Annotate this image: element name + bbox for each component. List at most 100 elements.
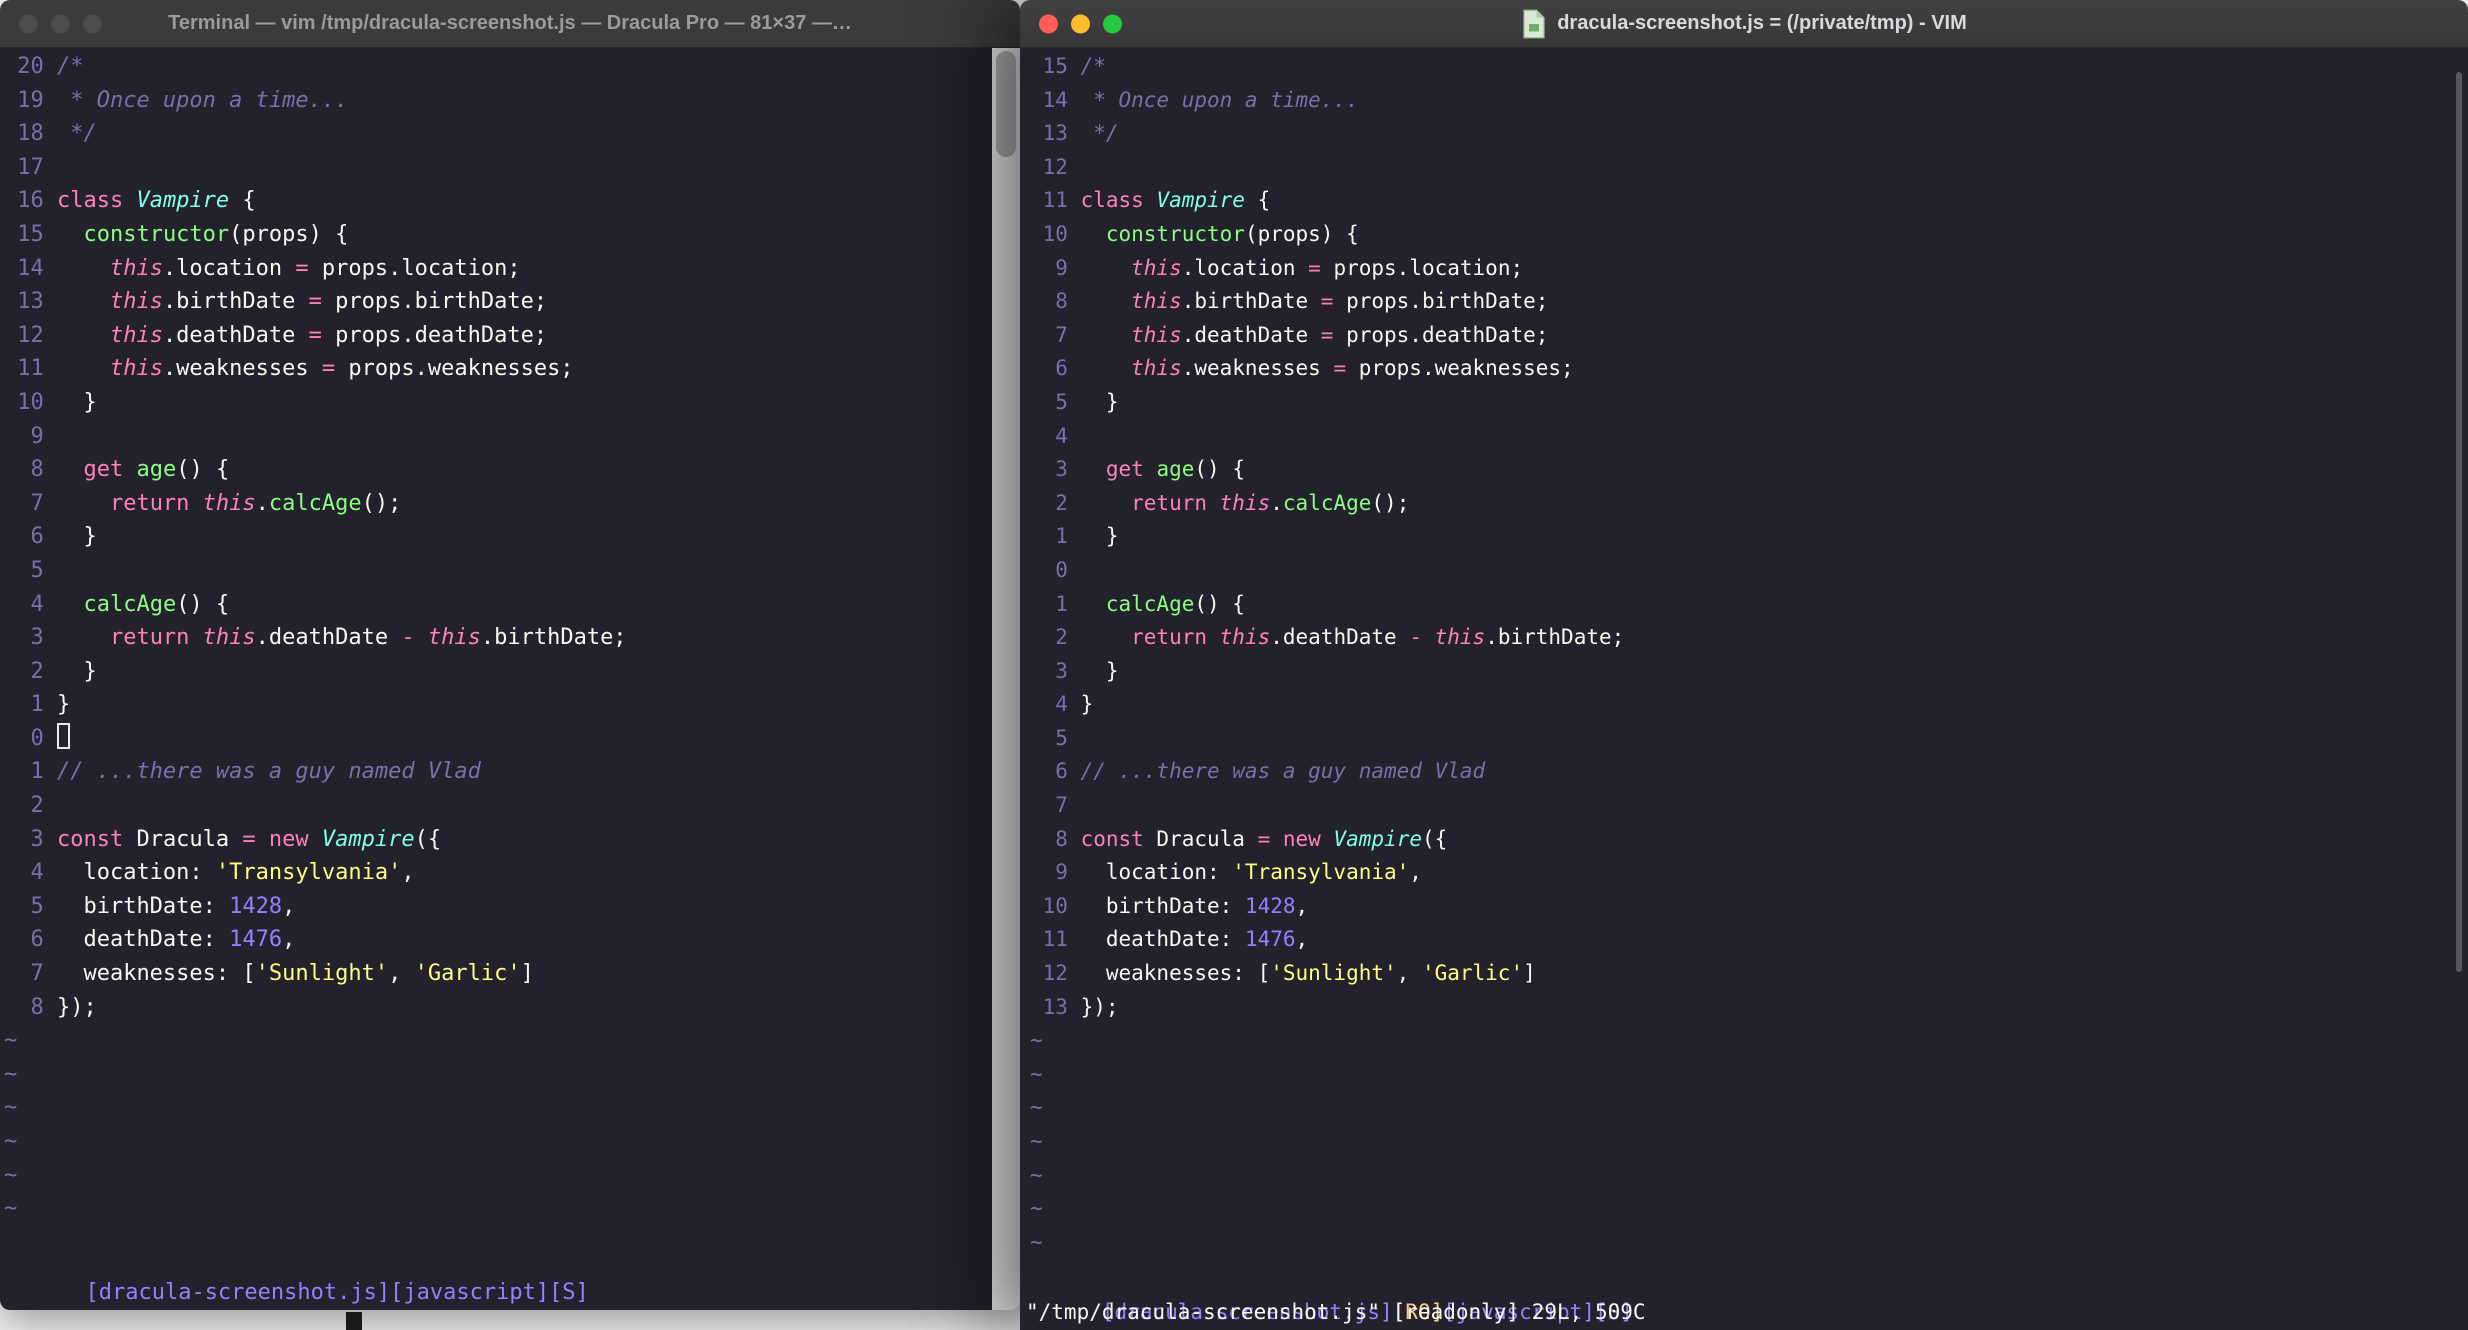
line-number: 0 [30, 725, 44, 751]
code-line[interactable]: 13 this.birthDate = props.birthDate; [4, 285, 992, 319]
empty-line-tilde: ~ [4, 1061, 18, 1087]
code-line[interactable]: 7 this.deathDate = props.deathDate; [1030, 319, 2468, 353]
code-line[interactable]: 8 this.birthDate = props.birthDate; [1030, 285, 2468, 319]
code-text: }); [56, 994, 97, 1020]
code-line[interactable]: 0 [1030, 554, 2468, 588]
code-line[interactable]: 4 [1030, 420, 2468, 454]
code-line[interactable]: 16 class Vampire { [4, 184, 992, 218]
code-line[interactable]: 6 deathDate: 1476, [4, 923, 992, 957]
code-text: this.deathDate = props.deathDate; [109, 322, 548, 348]
code-text: this.weaknesses = props.weaknesses; [109, 356, 574, 382]
code-line[interactable]: 2 return this.deathDate - this.birthDate… [1030, 621, 2468, 655]
code-line[interactable]: 1 } [1030, 520, 2468, 554]
code-line[interactable]: 14 this.location = props.location; [4, 252, 992, 286]
code-line[interactable]: 8 get age() { [4, 453, 992, 487]
code-line[interactable]: 17 [4, 151, 992, 185]
code-line[interactable]: 10 constructor(props) { [1030, 218, 2468, 252]
code-line[interactable]: 5 [1030, 722, 2468, 756]
code-text: return this.deathDate - this.birthDate; [1131, 625, 1625, 650]
line-number: 2 [30, 658, 44, 684]
code-line[interactable]: 12 this.deathDate = props.deathDate; [4, 319, 992, 353]
vim-buffer-left[interactable]: 20/* 19 * Once upon a time... 18 */ 17 16 cla… [0, 48, 992, 1310]
code-line[interactable]: 9 [4, 420, 992, 454]
background-window-fragment [346, 1312, 362, 1330]
code-line[interactable]: 15 /* [1030, 50, 2468, 84]
code-line[interactable]: 4 calcAge() { [4, 588, 992, 622]
zoom-button[interactable] [83, 14, 102, 33]
code-line[interactable]: 9 this.location = props.location; [1030, 252, 2468, 286]
code-line[interactable]: 11 this.weaknesses = props.weaknesses; [4, 352, 992, 386]
code-line[interactable]: 2 } [4, 655, 992, 689]
code-line[interactable]: 1 // ...there was a guy named Vlad [4, 755, 992, 789]
code-line[interactable]: 10 } [4, 386, 992, 420]
line-number: 17 [17, 154, 44, 180]
code-text: const Dracula = new Vampire({ [56, 826, 442, 852]
empty-line-tilde: ~ [1030, 1162, 1043, 1187]
code-line[interactable]: 6 this.weaknesses = props.weaknesses; [1030, 352, 2468, 386]
scrollbar-thumb[interactable] [2456, 72, 2462, 972]
code-line[interactable]: 5 [4, 554, 992, 588]
vim-buffer-right[interactable]: 15/* 14 * Once upon a time... 13 */12 11 cla… [1020, 48, 2468, 1330]
line-number: 18 [17, 121, 44, 147]
line-number: 10 [1042, 221, 1068, 246]
code-line[interactable]: 6 // ...there was a guy named Vlad [1030, 755, 2468, 789]
macvim-document-icon [1521, 9, 1547, 39]
line-number: 1 [1055, 591, 1068, 616]
code-line[interactable]: 18 */ [4, 117, 992, 151]
code-line[interactable]: 8}); [4, 991, 992, 1025]
code-line[interactable]: 0 [4, 722, 992, 756]
code-line[interactable]: 14 * Once upon a time... [1030, 84, 2468, 118]
code-line[interactable]: 7 [1030, 789, 2468, 823]
code-line[interactable]: 7 weaknesses: ['Sunlight', 'Garlic'] [4, 957, 992, 991]
code-line[interactable]: 5 birthDate: 1428, [4, 890, 992, 924]
line-number: 20 [17, 54, 44, 79]
close-button[interactable] [1039, 14, 1058, 33]
line-number: 12 [1042, 961, 1068, 986]
code-line[interactable]: 3 } [1030, 655, 2468, 689]
code-line[interactable]: 8 const Dracula = new Vampire({ [1030, 823, 2468, 857]
code-text: * Once upon a time... [56, 87, 349, 113]
minimize-button[interactable] [51, 14, 70, 33]
code-line[interactable]: 3 get age() { [1030, 453, 2468, 487]
code-line[interactable]: 12 [1030, 151, 2468, 185]
code-line[interactable]: 3 return this.deathDate - this.birthDate… [4, 621, 992, 655]
code-line[interactable]: 2 return this.calcAge(); [1030, 487, 2468, 521]
code-line[interactable]: 15 constructor(props) { [4, 218, 992, 252]
line-number: 2 [30, 793, 44, 819]
code-line[interactable]: 13 */ [1030, 117, 2468, 151]
code-line[interactable]: 19 * Once upon a time... [4, 84, 992, 118]
empty-line-tilde: ~ [4, 1129, 18, 1154]
zoom-button[interactable] [1103, 14, 1122, 33]
code-line[interactable]: 4 location: 'Transylvania', [4, 856, 992, 890]
line-number: 13 [17, 289, 44, 315]
code-line[interactable]: 9 location: 'Transylvania', [1030, 856, 2468, 890]
code-text: }); [1080, 994, 1119, 1019]
line-number: 6 [30, 927, 44, 953]
code-line[interactable]: 1} [4, 688, 992, 722]
code-line[interactable]: 13}); [1030, 991, 2468, 1025]
code-line[interactable]: 5 } [1030, 386, 2468, 420]
code-line[interactable]: 12 weaknesses: ['Sunlight', 'Garlic'] [1030, 957, 2468, 991]
code-line[interactable]: 1 calcAge() { [1030, 588, 2468, 622]
code-line[interactable]: 3 const Dracula = new Vampire({ [4, 823, 992, 857]
code-line[interactable]: 11 deathDate: 1476, [1030, 923, 2468, 957]
code-line[interactable]: 7 return this.calcAge(); [4, 487, 992, 521]
macvim-titlebar[interactable]: dracula-screenshot.js = (/private/tmp) -… [1020, 0, 2468, 48]
scrollbar-thumb[interactable] [996, 51, 1016, 157]
minimize-button[interactable] [1071, 14, 1090, 33]
line-number: 9 [30, 423, 44, 449]
code-line[interactable]: 20 /* [4, 50, 992, 84]
close-button[interactable] [19, 14, 38, 33]
empty-line-tilde: ~ [1030, 1095, 1043, 1120]
code-line[interactable]: 2 [4, 789, 992, 823]
terminal-titlebar[interactable]: Terminal — vim /tmp/dracula-screenshot.j… [0, 0, 1020, 48]
code-line[interactable]: 6 } [4, 520, 992, 554]
line-number: 5 [30, 557, 44, 583]
line-number: 5 [1055, 389, 1068, 414]
scrollbar[interactable] [992, 48, 1020, 1310]
code-line[interactable]: 10 birthDate: 1428, [1030, 890, 2468, 924]
code-line[interactable]: 11 class Vampire { [1030, 184, 2468, 218]
line-number: 15 [1042, 54, 1068, 78]
line-number: 10 [1042, 893, 1068, 918]
code-line[interactable]: 4} [1030, 688, 2468, 722]
